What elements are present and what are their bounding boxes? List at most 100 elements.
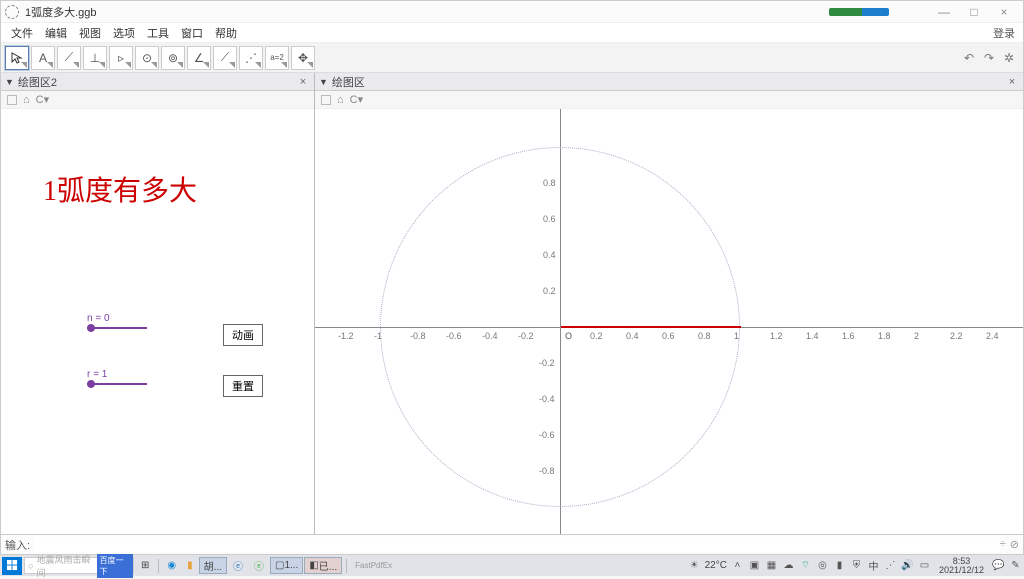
tb-app2[interactable]: ▢ 1... xyxy=(270,557,303,574)
tb-app1[interactable]: 胡... xyxy=(199,557,227,574)
undo-icon[interactable]: ↶ xyxy=(961,50,977,66)
toolbar-right: ↶ ↷ ✲ xyxy=(961,50,1017,66)
pane2-canvas[interactable]: 1弧度有多大 n = 0 r = 1 动画 重置 xyxy=(1,109,314,534)
menu-window[interactable]: 窗口 xyxy=(177,23,207,43)
menu-options[interactable]: 选项 xyxy=(109,23,139,43)
menu-tools[interactable]: 工具 xyxy=(143,23,173,43)
graph-canvas[interactable]: O -1.2-1-0.8-0.6-0.4-0.20.20.40.60.811.2… xyxy=(315,109,1023,534)
tool-point[interactable]: A xyxy=(31,46,55,70)
tb-ie2[interactable]: ⓔ xyxy=(249,557,269,574)
slider-n-track[interactable] xyxy=(87,327,147,329)
tool-pan[interactable]: ✥ xyxy=(291,46,315,70)
titlebar[interactable]: 1弧度多大.ggb — □ × xyxy=(1,1,1023,23)
tray-icon[interactable]: ▮ xyxy=(833,559,846,572)
pane2-close[interactable]: × xyxy=(296,76,310,88)
pane-graphics: ▼ 绘图区 × ⌂ C▾ O -1.2-1-0.8-0.6-0.4-0.20.2… xyxy=(315,73,1023,534)
minimize-button[interactable]: — xyxy=(929,2,959,22)
separator xyxy=(158,559,159,573)
app-window: 1弧度多大.ggb — □ × 文件 编辑 视图 选项 工具 窗口 帮助 登录 … xyxy=(0,0,1024,555)
menu-edit[interactable]: 编辑 xyxy=(41,23,71,43)
tray-icon[interactable]: ☁ xyxy=(782,559,795,572)
menubar: 文件 编辑 视图 选项 工具 窗口 帮助 登录 xyxy=(1,23,1023,43)
close-button[interactable]: × xyxy=(989,2,1019,22)
panes: ▼ 绘图区2 × ⌂ C▾ 1弧度有多大 n = 0 r = 1 动画 xyxy=(1,73,1023,534)
clock[interactable]: 8:53 2021/12/12 xyxy=(939,557,984,575)
tool-line[interactable]: ⟋ xyxy=(57,46,81,70)
search-button[interactable]: 百度一下 xyxy=(97,554,134,578)
pane2-header[interactable]: ▼ 绘图区2 × xyxy=(1,73,314,91)
x-tick: 2.2 xyxy=(950,331,963,341)
tool-angle[interactable]: ∠ xyxy=(187,46,211,70)
slider-n[interactable]: n = 0 xyxy=(87,313,147,329)
input-bar: 输入: ÷ ⊘ xyxy=(1,534,1023,554)
nav-home-icon[interactable]: ⌂ xyxy=(23,94,30,106)
slider-r-track[interactable] xyxy=(87,383,147,385)
origin-label: O xyxy=(565,331,572,341)
nav-grid-icon[interactable] xyxy=(7,95,17,105)
window-title: 1弧度多大.ggb xyxy=(25,4,829,20)
pane1-close[interactable]: × xyxy=(1005,76,1019,88)
tray-icon[interactable]: ▦ xyxy=(765,559,778,572)
tb-edge[interactable]: ◉ xyxy=(162,557,181,574)
redo-icon[interactable]: ↷ xyxy=(981,50,997,66)
search-box[interactable]: ○ 地震风雨击瞬间 百度一下 xyxy=(24,557,134,574)
x-tick: 0.6 xyxy=(662,331,675,341)
tray-icon[interactable]: ◎ xyxy=(816,559,829,572)
tool-perp[interactable]: ⊥ xyxy=(83,46,107,70)
y-tick: 0.2 xyxy=(543,286,556,296)
input-dropdown-icon[interactable]: ÷ xyxy=(1000,538,1006,551)
reset-button[interactable]: 重置 xyxy=(223,375,263,397)
menu-file[interactable]: 文件 xyxy=(7,23,37,43)
nav-refresh-icon[interactable]: C▾ xyxy=(350,93,363,106)
bluetooth-icon[interactable]: ⌔ xyxy=(799,559,812,572)
tb-folder[interactable]: ▮ xyxy=(182,557,198,574)
settings-icon[interactable]: ✲ xyxy=(1001,50,1017,66)
x-tick: 1.4 xyxy=(806,331,819,341)
system-tray: ☀ 22°C ˄ ▣ ▦ ☁ ⌔ ◎ ▮ ⛨ 中 ⋰ 🔊 ▭ 8:53 2021… xyxy=(688,557,1022,575)
x-tick: 2.4 xyxy=(986,331,999,341)
progress-indicator xyxy=(829,8,889,16)
weather-temp[interactable]: 22°C xyxy=(705,560,727,571)
battery-icon[interactable]: ▭ xyxy=(918,559,931,572)
slider-r[interactable]: r = 1 xyxy=(87,369,147,385)
tray-up-icon[interactable]: ˄ xyxy=(731,559,744,572)
slider-n-label: n = 0 xyxy=(87,313,147,324)
login-link[interactable]: 登录 xyxy=(993,25,1015,41)
pen-icon[interactable]: ✎ xyxy=(1009,559,1022,572)
animate-button[interactable]: 动画 xyxy=(223,324,263,346)
notification-icon[interactable]: 💬 xyxy=(992,559,1005,572)
menu-view[interactable]: 视图 xyxy=(75,23,105,43)
toolbar: A ⟋ ⊥ ▹ ⊙ ⊚ ∠ ⟋ ⋰ a=2 ✥ ↶ ↷ ✲ xyxy=(1,43,1023,73)
slider-r-knob[interactable] xyxy=(87,380,95,388)
nav-grid-icon[interactable] xyxy=(321,95,331,105)
taskview-icon[interactable]: ⊞ xyxy=(136,557,154,574)
tool-slider[interactable]: ⋰ xyxy=(239,46,263,70)
tool-ellipse[interactable]: ⊚ xyxy=(161,46,185,70)
tb-ie[interactable]: ⓔ xyxy=(228,557,248,574)
tray-icon[interactable]: ▣ xyxy=(748,559,761,572)
volume-icon[interactable]: 🔊 xyxy=(901,559,914,572)
input-field[interactable] xyxy=(34,537,1000,552)
weather-icon[interactable]: ☀ xyxy=(688,559,701,572)
tool-circle[interactable]: ⊙ xyxy=(135,46,159,70)
input-help-icon[interactable]: ⊘ xyxy=(1010,538,1019,551)
wifi-icon[interactable]: ⋰ xyxy=(884,559,897,572)
nav-refresh-icon[interactable]: C▾ xyxy=(36,93,49,106)
shield-icon[interactable]: ⛨ xyxy=(850,559,863,572)
x-tick: 1.6 xyxy=(842,331,855,341)
tool-reflect[interactable]: ⟋ xyxy=(213,46,237,70)
tb-pdf[interactable]: FastPdfEx xyxy=(350,557,397,574)
tb-app3[interactable]: ◧ 已... xyxy=(304,557,342,574)
menu-help[interactable]: 帮助 xyxy=(211,23,241,43)
maximize-button[interactable]: □ xyxy=(959,2,989,22)
heading-text: 1弧度有多大 xyxy=(43,169,197,209)
tool-text[interactable]: a=2 xyxy=(265,46,289,70)
start-button[interactable] xyxy=(2,557,22,575)
slider-n-knob[interactable] xyxy=(87,324,95,332)
nav-home-icon[interactable]: ⌂ xyxy=(337,94,344,106)
tool-polygon[interactable]: ▹ xyxy=(109,46,133,70)
pane1-header[interactable]: ▼ 绘图区 × xyxy=(315,73,1023,91)
x-tick: -0.8 xyxy=(410,331,426,341)
ime-icon[interactable]: 中 xyxy=(867,559,880,572)
tool-move[interactable] xyxy=(5,46,29,70)
